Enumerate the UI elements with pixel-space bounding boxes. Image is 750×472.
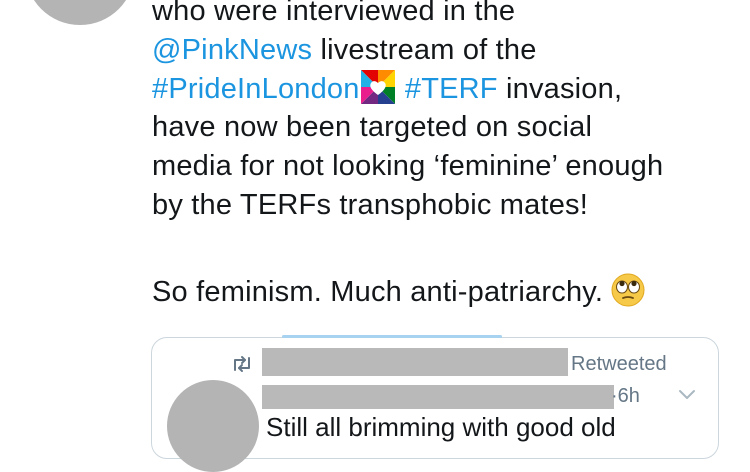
chevron-down-icon[interactable] [678,388,696,402]
retweet-icon [234,356,250,372]
tweet-body: who were interviewed in the @PinkNews li… [152,0,742,312]
hashtag-pride-link[interactable]: #PrideInLondon [152,73,360,105]
tweet-line-7: So feminism. Much anti-patriarchy. [152,273,742,312]
timestamp[interactable]: ·6h [611,385,640,408]
author-avatar[interactable] [25,0,135,25]
redacted-retweeter-name [262,348,568,376]
tweet-line-4: have now been targeted on social [152,111,593,144]
card-accent-bar [282,335,502,338]
tweet-line-6: by the TERFs transphobic mates! [152,188,589,221]
tweet-line-2-text: livestream of the [320,33,537,66]
hashtag-terf-link[interactable]: #TERF [405,73,498,105]
tweet-line-3: #PrideInLondon #TERF invasion, [152,69,742,109]
retweeted-label: Retweeted [571,353,667,375]
tweet-line-3-text: invasion, [505,72,623,105]
quoted-author-avatar[interactable] [167,380,259,472]
mention-link[interactable]: @PinkNews [152,34,312,66]
redacted-quoted-author [262,385,614,409]
pride-heart-icon [360,69,395,104]
tweet-line-5: media for not looking ‘feminine’ enough [152,150,664,183]
tweet-line-2: @PinkNews livestream of the [152,31,742,70]
tweet-line-7-text: So feminism. Much anti-patriarchy. [152,275,604,308]
tweet-line-1: who were interviewed in the [152,0,516,27]
quoted-tweet-text: Still all brimming with good old [266,412,616,442]
face-with-rolling-eyes-icon [611,273,645,307]
